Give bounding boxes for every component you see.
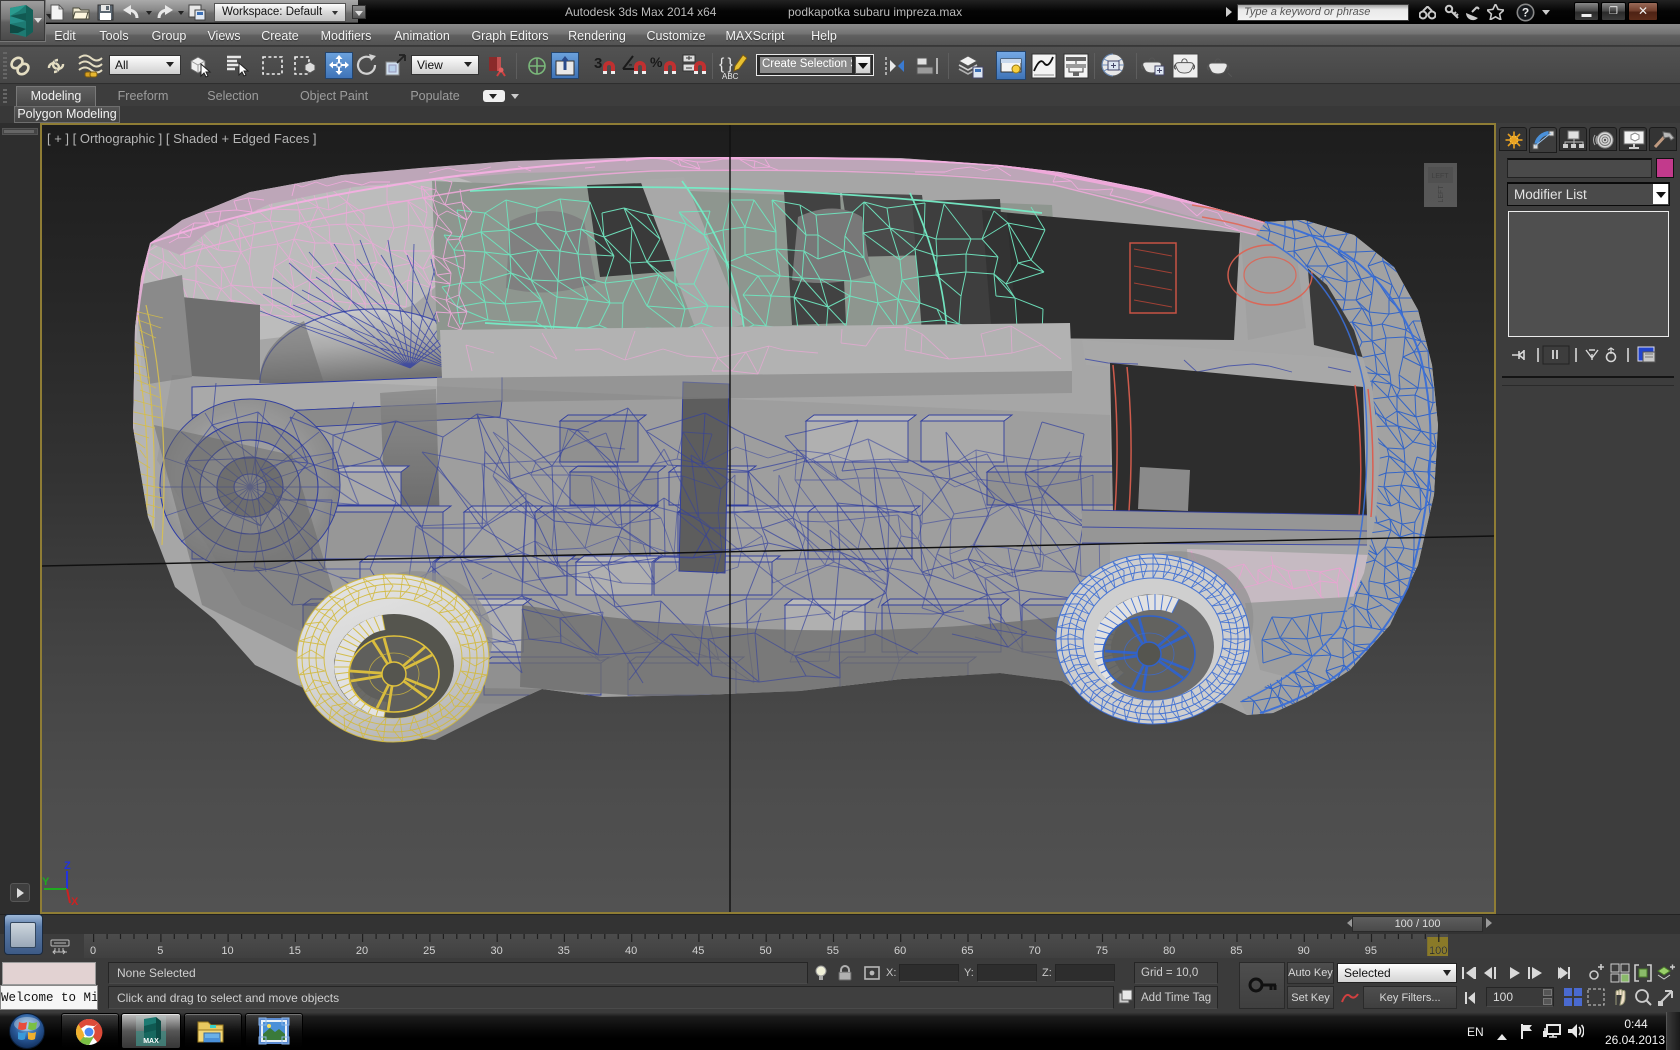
svg-text:ABC: ABC bbox=[722, 72, 739, 80]
svg-text:85: 85 bbox=[1230, 945, 1242, 957]
svg-text:45: 45 bbox=[692, 945, 704, 957]
svg-text:80: 80 bbox=[1163, 945, 1175, 957]
svg-text:95: 95 bbox=[1365, 945, 1377, 957]
svg-text:60: 60 bbox=[894, 945, 906, 957]
svg-text:50: 50 bbox=[759, 945, 771, 957]
svg-text:55: 55 bbox=[827, 945, 839, 957]
svg-text:20: 20 bbox=[356, 945, 368, 957]
svg-text:75: 75 bbox=[1096, 945, 1108, 957]
svg-text:65: 65 bbox=[961, 945, 973, 957]
svg-text:3: 3 bbox=[594, 55, 602, 72]
svg-text:15: 15 bbox=[289, 945, 301, 957]
svg-text:X: X bbox=[71, 896, 79, 908]
svg-text:5: 5 bbox=[157, 945, 163, 957]
svg-text:%: % bbox=[650, 54, 663, 70]
svg-text:25: 25 bbox=[423, 945, 435, 957]
svg-text:Z: Z bbox=[64, 860, 71, 872]
svg-text:90: 90 bbox=[1298, 945, 1310, 957]
svg-text:30: 30 bbox=[490, 945, 502, 957]
svg-text:40: 40 bbox=[625, 945, 637, 957]
svg-text:10: 10 bbox=[221, 945, 233, 957]
svg-text:LEFT: LEFT bbox=[1438, 185, 1445, 203]
svg-text:70: 70 bbox=[1028, 945, 1040, 957]
svg-text:100: 100 bbox=[1429, 945, 1447, 957]
svg-text:0: 0 bbox=[90, 945, 96, 957]
svg-text:?: ? bbox=[1522, 6, 1529, 20]
svg-text:MAX: MAX bbox=[143, 1038, 159, 1045]
svg-text:35: 35 bbox=[558, 945, 570, 957]
svg-text:Y: Y bbox=[42, 876, 50, 888]
svg-text:LEFT: LEFT bbox=[1431, 173, 1449, 180]
svg-text:{ }: { } bbox=[719, 56, 734, 73]
